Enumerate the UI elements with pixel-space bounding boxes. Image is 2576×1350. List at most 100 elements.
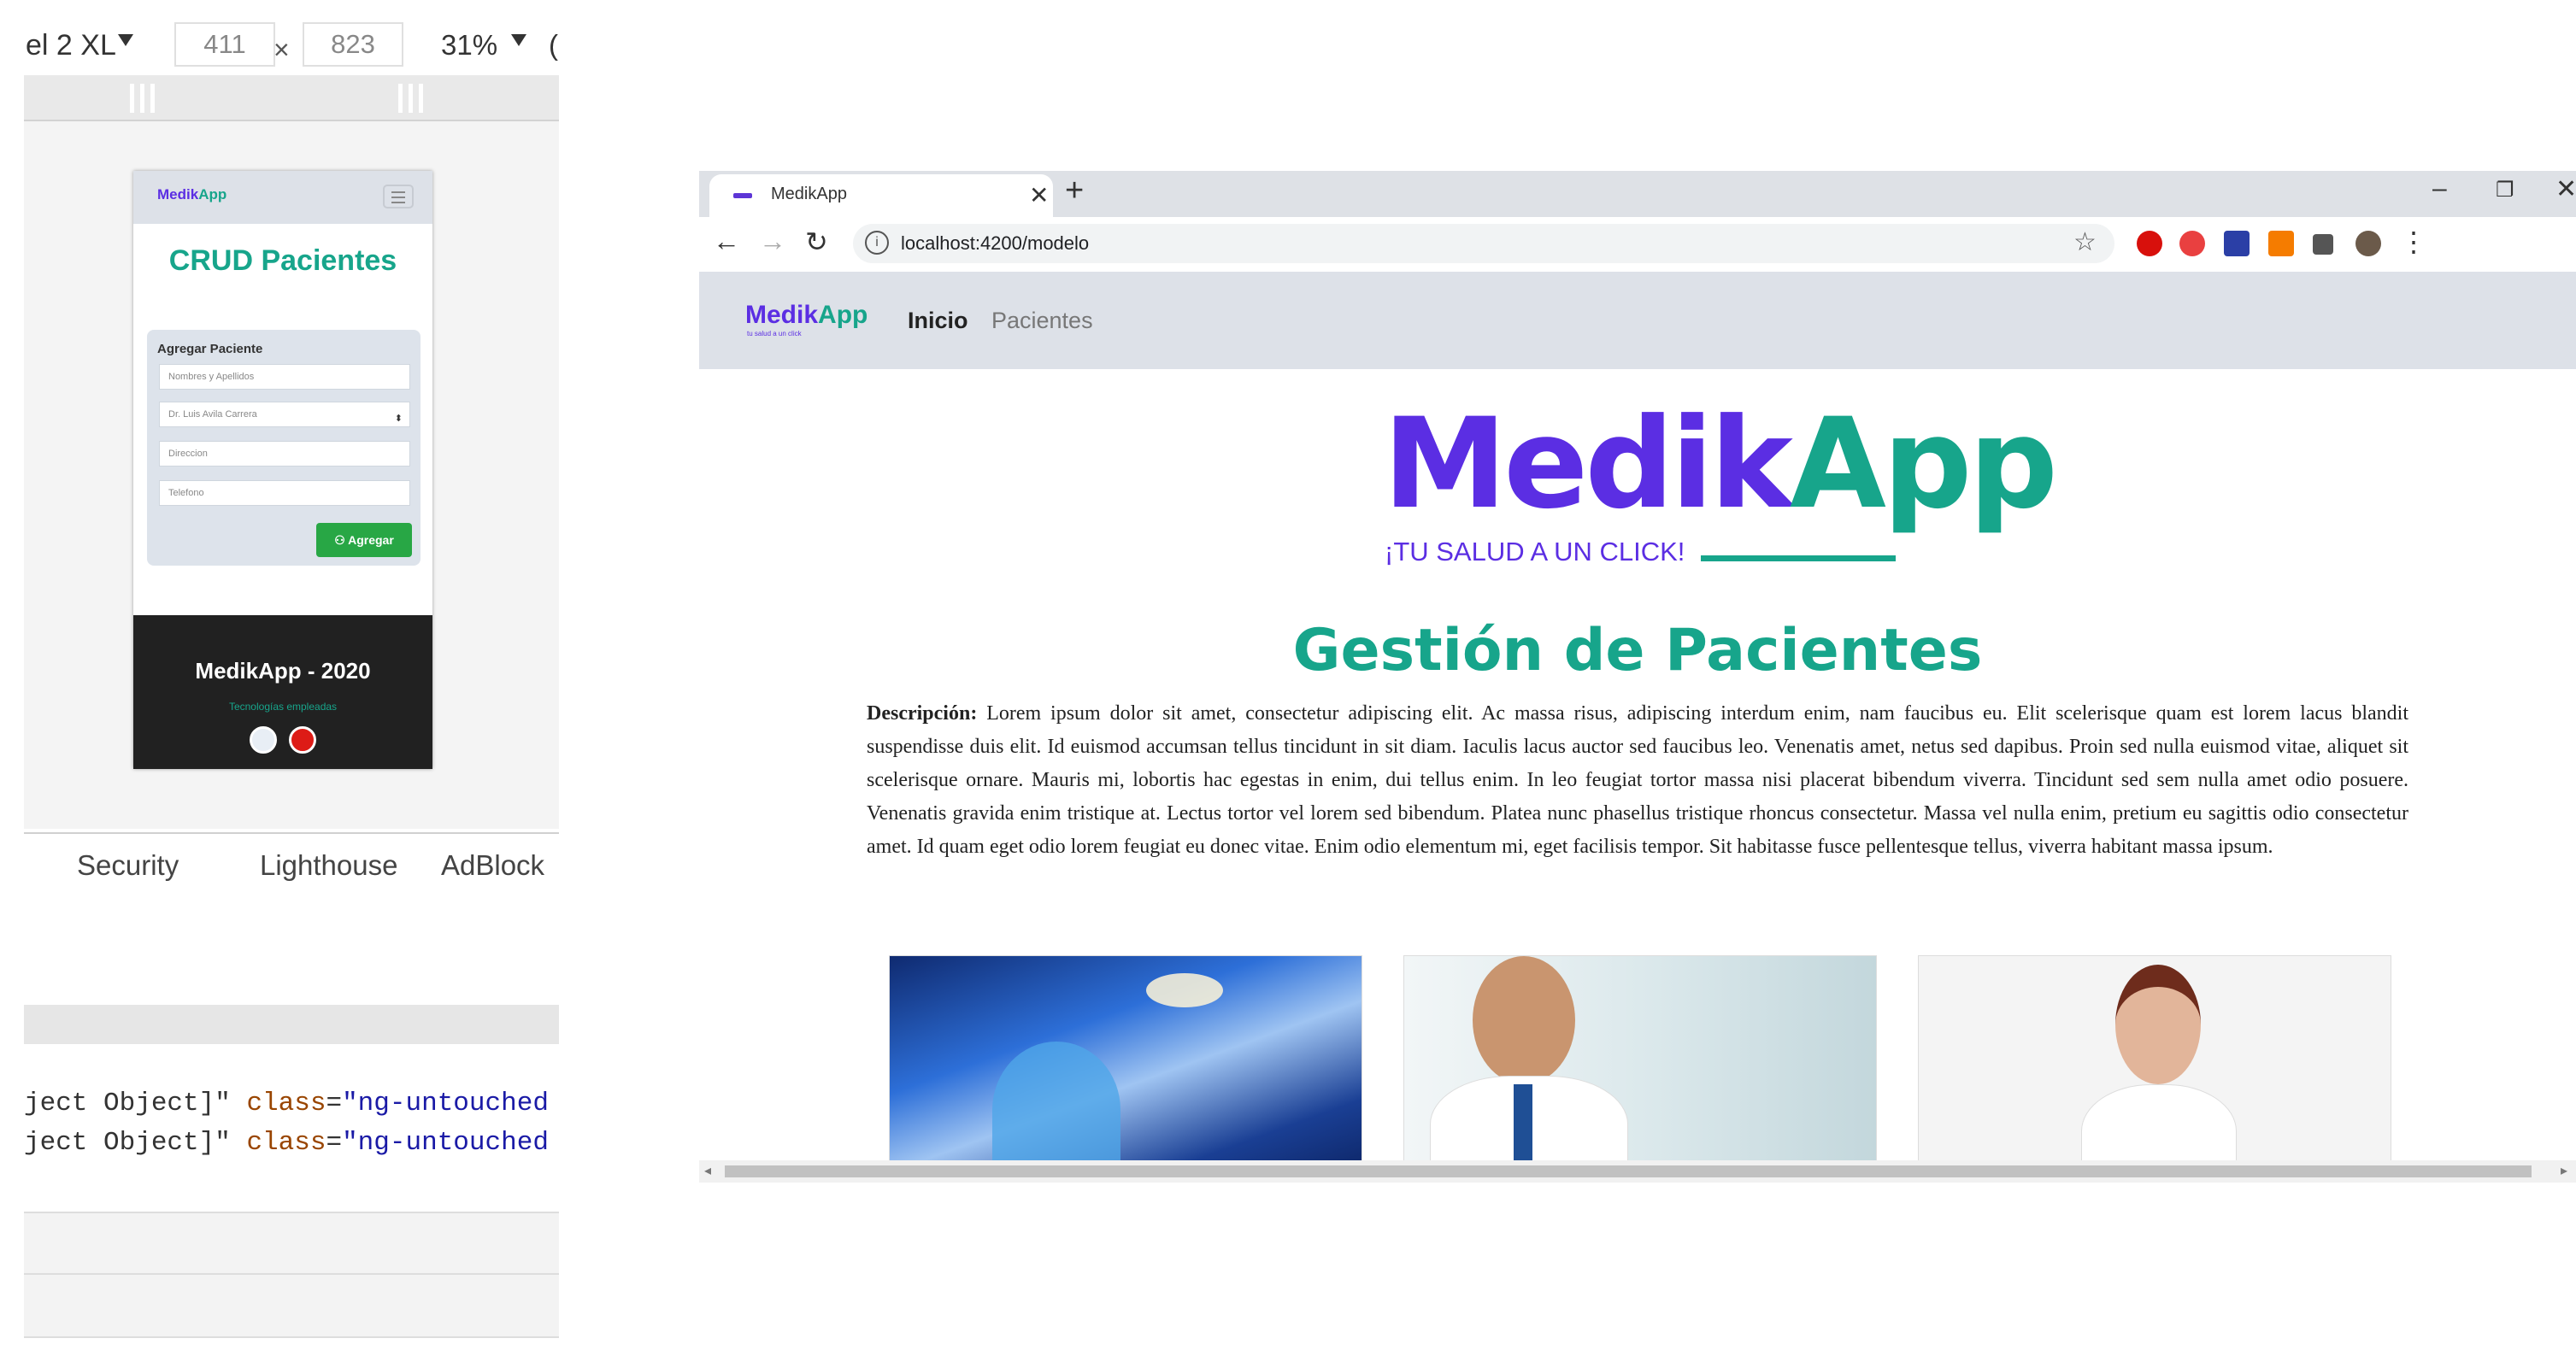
nurse-face: [2115, 965, 2201, 1084]
select-arrows-icon: ⬍: [394, 414, 403, 424]
device-select[interactable]: el 2 XL: [26, 29, 116, 62]
browser-window: MedikApp ✕ + – ❐ ✕ ← → ↻ i localhost:420…: [699, 171, 2576, 1183]
new-tab-button[interactable]: +: [1065, 173, 1084, 209]
nurse-image-card: [1918, 955, 2391, 1160]
tab-title: MedikApp: [771, 185, 847, 203]
footer-title: MedikApp - 2020: [195, 658, 371, 684]
site-navbar: MedikApp tu salud a un click Inicio Paci…: [699, 272, 2576, 369]
nurse-coat: [2081, 1084, 2237, 1160]
adblock-extension-icon[interactable]: [2179, 231, 2205, 256]
menu-icon[interactable]: ⋮: [2400, 226, 2427, 258]
hero-logo-wordmark: MedikApp: [1383, 391, 2058, 537]
tab-adblock[interactable]: AdBlock: [441, 849, 544, 882]
surgery-image-card: [889, 955, 1362, 1160]
zoom-dropdown-caret-icon[interactable]: [511, 34, 526, 46]
styles-pane-row[interactable]: [24, 1212, 559, 1275]
address-bar[interactable]: i localhost:4200/modelo ☆: [853, 224, 2114, 263]
extension-icon[interactable]: [2224, 231, 2250, 256]
zoom-select[interactable]: 31%: [441, 29, 497, 62]
web-page: MedikApp tu salud a un click Inicio Paci…: [699, 272, 2576, 1160]
site-info-icon[interactable]: i: [865, 231, 889, 255]
angular-logo-icon: [289, 726, 316, 754]
mobile-navbar: MedikApp: [133, 171, 432, 224]
site-logo-tagline: tu salud a un click: [747, 330, 802, 338]
tab-lighthouse[interactable]: Lighthouse: [260, 849, 397, 882]
site-logo[interactable]: MedikApp: [745, 301, 867, 330]
scroll-left-arrow-icon[interactable]: ◂: [704, 1162, 711, 1179]
doctor-face: [1473, 956, 1575, 1084]
name-input[interactable]: Nombres y Apellidos: [159, 364, 410, 390]
doctor-selected-value: Dr. Luis Avila Carrera: [168, 409, 257, 420]
ruler-marker[interactable]: [130, 84, 134, 113]
description-paragraph: Descripción: Lorem ipsum dolor sit amet,…: [867, 697, 2408, 864]
close-window-button[interactable]: ✕: [2555, 174, 2576, 204]
forward-icon[interactable]: →: [759, 226, 786, 257]
device-toolbar: el 2 XL 411 × 823 31% (: [24, 0, 559, 77]
mobile-page-title: CRUD Pacientes: [168, 244, 397, 277]
add-user-icon: ⚇: [334, 533, 349, 547]
hero-slogan: ¡TU SALUD A UN CLICK!: [1385, 537, 1685, 566]
add-patient-card: Agregar Paciente Nombres y Apellidos Dr.…: [147, 330, 421, 566]
restore-button[interactable]: ❐: [2496, 178, 2514, 202]
styles-pane-row[interactable]: [24, 1273, 559, 1338]
doctor-select[interactable]: Dr. Luis Avila Carrera ⬍: [159, 402, 410, 427]
mobile-footer: MedikApp - 2020 Tecnologías empleadas: [133, 615, 432, 769]
page-title: Gestión de Pacientes: [1292, 617, 1983, 684]
mobile-preview[interactable]: MedikApp CRUD Pacientes Agregar Paciente…: [133, 171, 432, 769]
code-line[interactable]: ject Object]" class="ng-untouched n: [24, 1128, 559, 1158]
horizontal-scrollbar[interactable]: ◂ ▸: [699, 1160, 2576, 1183]
tab-strip: MedikApp ✕ + – ❐ ✕: [699, 171, 2576, 217]
mobile-logo: MedikApp: [157, 186, 227, 202]
description-label: Descripción:: [867, 702, 978, 725]
ruler-marker[interactable]: [398, 84, 403, 113]
hamburger-menu-icon[interactable]: [383, 185, 414, 208]
opera-extension-icon[interactable]: [2137, 231, 2162, 256]
phone-input[interactable]: Telefono: [159, 480, 410, 506]
tech-logo-icon: [250, 726, 277, 754]
ruler-marker[interactable]: [140, 84, 144, 113]
scroll-right-arrow-icon[interactable]: ▸: [2561, 1162, 2567, 1179]
devtools-panel: el 2 XL 411 × 823 31% ( MedikApp CRUD Pa…: [24, 0, 559, 1350]
url-text[interactable]: localhost:4200/modelo: [901, 232, 1089, 255]
favicon-icon: [733, 193, 752, 198]
surgeon-figure: [992, 1042, 1120, 1160]
reload-icon[interactable]: ↻: [805, 226, 828, 258]
throttle-select[interactable]: (: [549, 29, 558, 62]
doctor-image-card: [1403, 955, 1877, 1160]
doctor-tie: [1514, 1084, 1532, 1160]
code-line[interactable]: ject Object]" class="ng-untouched n: [24, 1089, 559, 1118]
device-dropdown-caret-icon[interactable]: [118, 34, 133, 46]
browser-tab[interactable]: MedikApp ✕: [709, 174, 1053, 217]
devtools-tabbar: Security Lighthouse AdBlock: [24, 832, 559, 897]
surgical-lamp-icon: [1146, 973, 1223, 1007]
scrollbar-thumb[interactable]: [725, 1165, 2532, 1177]
description-text: Lorem ipsum dolor sit amet, consectetur …: [867, 702, 2409, 858]
card-heading: Agregar Paciente: [157, 342, 263, 356]
device-viewport: MedikApp CRUD Pacientes Agregar Paciente…: [24, 121, 559, 829]
nav-pacientes[interactable]: Pacientes: [991, 308, 1093, 334]
back-icon[interactable]: ←: [713, 226, 740, 257]
device-width-input[interactable]: 411: [174, 22, 275, 67]
address-toolbar: ← → ↻ i localhost:4200/modelo ☆ ⋮: [699, 217, 2576, 273]
add-patient-button[interactable]: ⚇ Agregar: [316, 523, 412, 557]
ruler-marker[interactable]: [419, 84, 423, 113]
tab-security[interactable]: Security: [77, 849, 179, 882]
tab-close-icon[interactable]: ✕: [1029, 181, 1049, 209]
footer-subtitle: Tecnologías empleadas: [228, 701, 338, 713]
dimension-separator: ×: [273, 34, 290, 65]
media-query-ruler: [24, 75, 559, 121]
ruler-marker[interactable]: [150, 84, 155, 113]
profile-avatar[interactable]: [2355, 231, 2381, 256]
slogan-underline: [1701, 555, 1896, 561]
ruler-marker[interactable]: [409, 84, 413, 113]
bookmark-star-icon[interactable]: ☆: [2073, 227, 2097, 257]
minimize-button[interactable]: –: [2432, 174, 2447, 203]
nav-inicio[interactable]: Inicio: [908, 308, 968, 334]
hero-logo: MedikApp ¡TU SALUD A UN CLICK!: [1383, 391, 2058, 579]
elements-code-view: ject Object]" class="ng-untouched n ject…: [24, 1044, 559, 1212]
extension-icon[interactable]: [2268, 231, 2294, 256]
puzzle-extensions-icon[interactable]: [2313, 234, 2333, 255]
elements-breadcrumb-bar: [24, 1005, 559, 1044]
address-input[interactable]: Direccion: [159, 441, 410, 467]
device-height-input[interactable]: 823: [303, 22, 403, 67]
